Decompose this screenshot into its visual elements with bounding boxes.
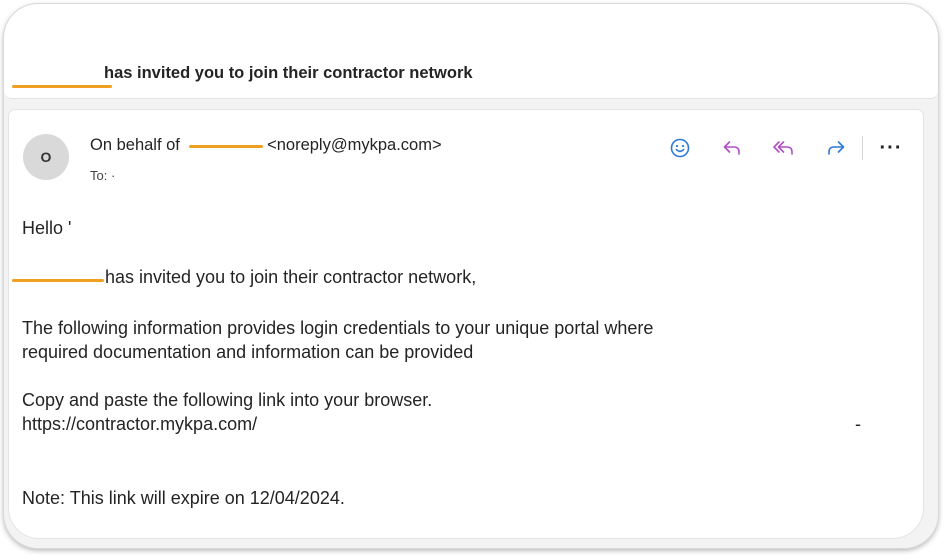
divider: [862, 136, 863, 160]
sender-email[interactable]: <noreply@mykpa.com>: [267, 136, 442, 154]
portal-link[interactable]: https://contractor.mykpa.com/: [22, 412, 257, 436]
forward-icon: [828, 141, 845, 155]
forward-button[interactable]: [818, 132, 854, 164]
info-text-line-1: The following information provides login…: [22, 318, 654, 338]
invite-text: has invited you to join their contractor…: [105, 267, 477, 287]
message-actions: ···: [662, 132, 907, 164]
reply-button[interactable]: [714, 132, 750, 164]
avatar[interactable]: O: [23, 134, 69, 180]
reply-all-button[interactable]: [766, 132, 802, 164]
expiry-note: Note: This link will expire on 12/04/202…: [22, 488, 345, 508]
reply-icon: [723, 141, 740, 155]
redaction-mark: [188, 145, 263, 149]
trailing-dash: -: [855, 414, 861, 434]
smiley-icon: [670, 138, 690, 158]
greeting-text: Hello ': [22, 218, 72, 238]
to-label: To:: [90, 168, 108, 183]
sender-prefix: On behalf of: [90, 136, 180, 154]
emoji-reaction-button[interactable]: [662, 132, 698, 164]
sender-line: On behalf of <noreply@mykpa.com>: [90, 136, 442, 155]
email-subject: has invited you to join their contractor…: [104, 64, 473, 82]
info-text-line-2: required documentation and information c…: [22, 342, 474, 362]
recipient-line: To: ·: [90, 168, 115, 183]
to-value[interactable]: ·: [111, 168, 115, 183]
subject-header: has invited you to join their contractor…: [4, 4, 938, 99]
redaction-mark: [12, 279, 104, 282]
copy-instruction-text: Copy and paste the following link into y…: [22, 390, 433, 410]
reply-all-icon: [773, 141, 793, 155]
more-options-button[interactable]: ···: [875, 132, 907, 164]
redaction-mark: [12, 85, 112, 88]
email-window: has invited you to join their contractor…: [4, 4, 938, 548]
